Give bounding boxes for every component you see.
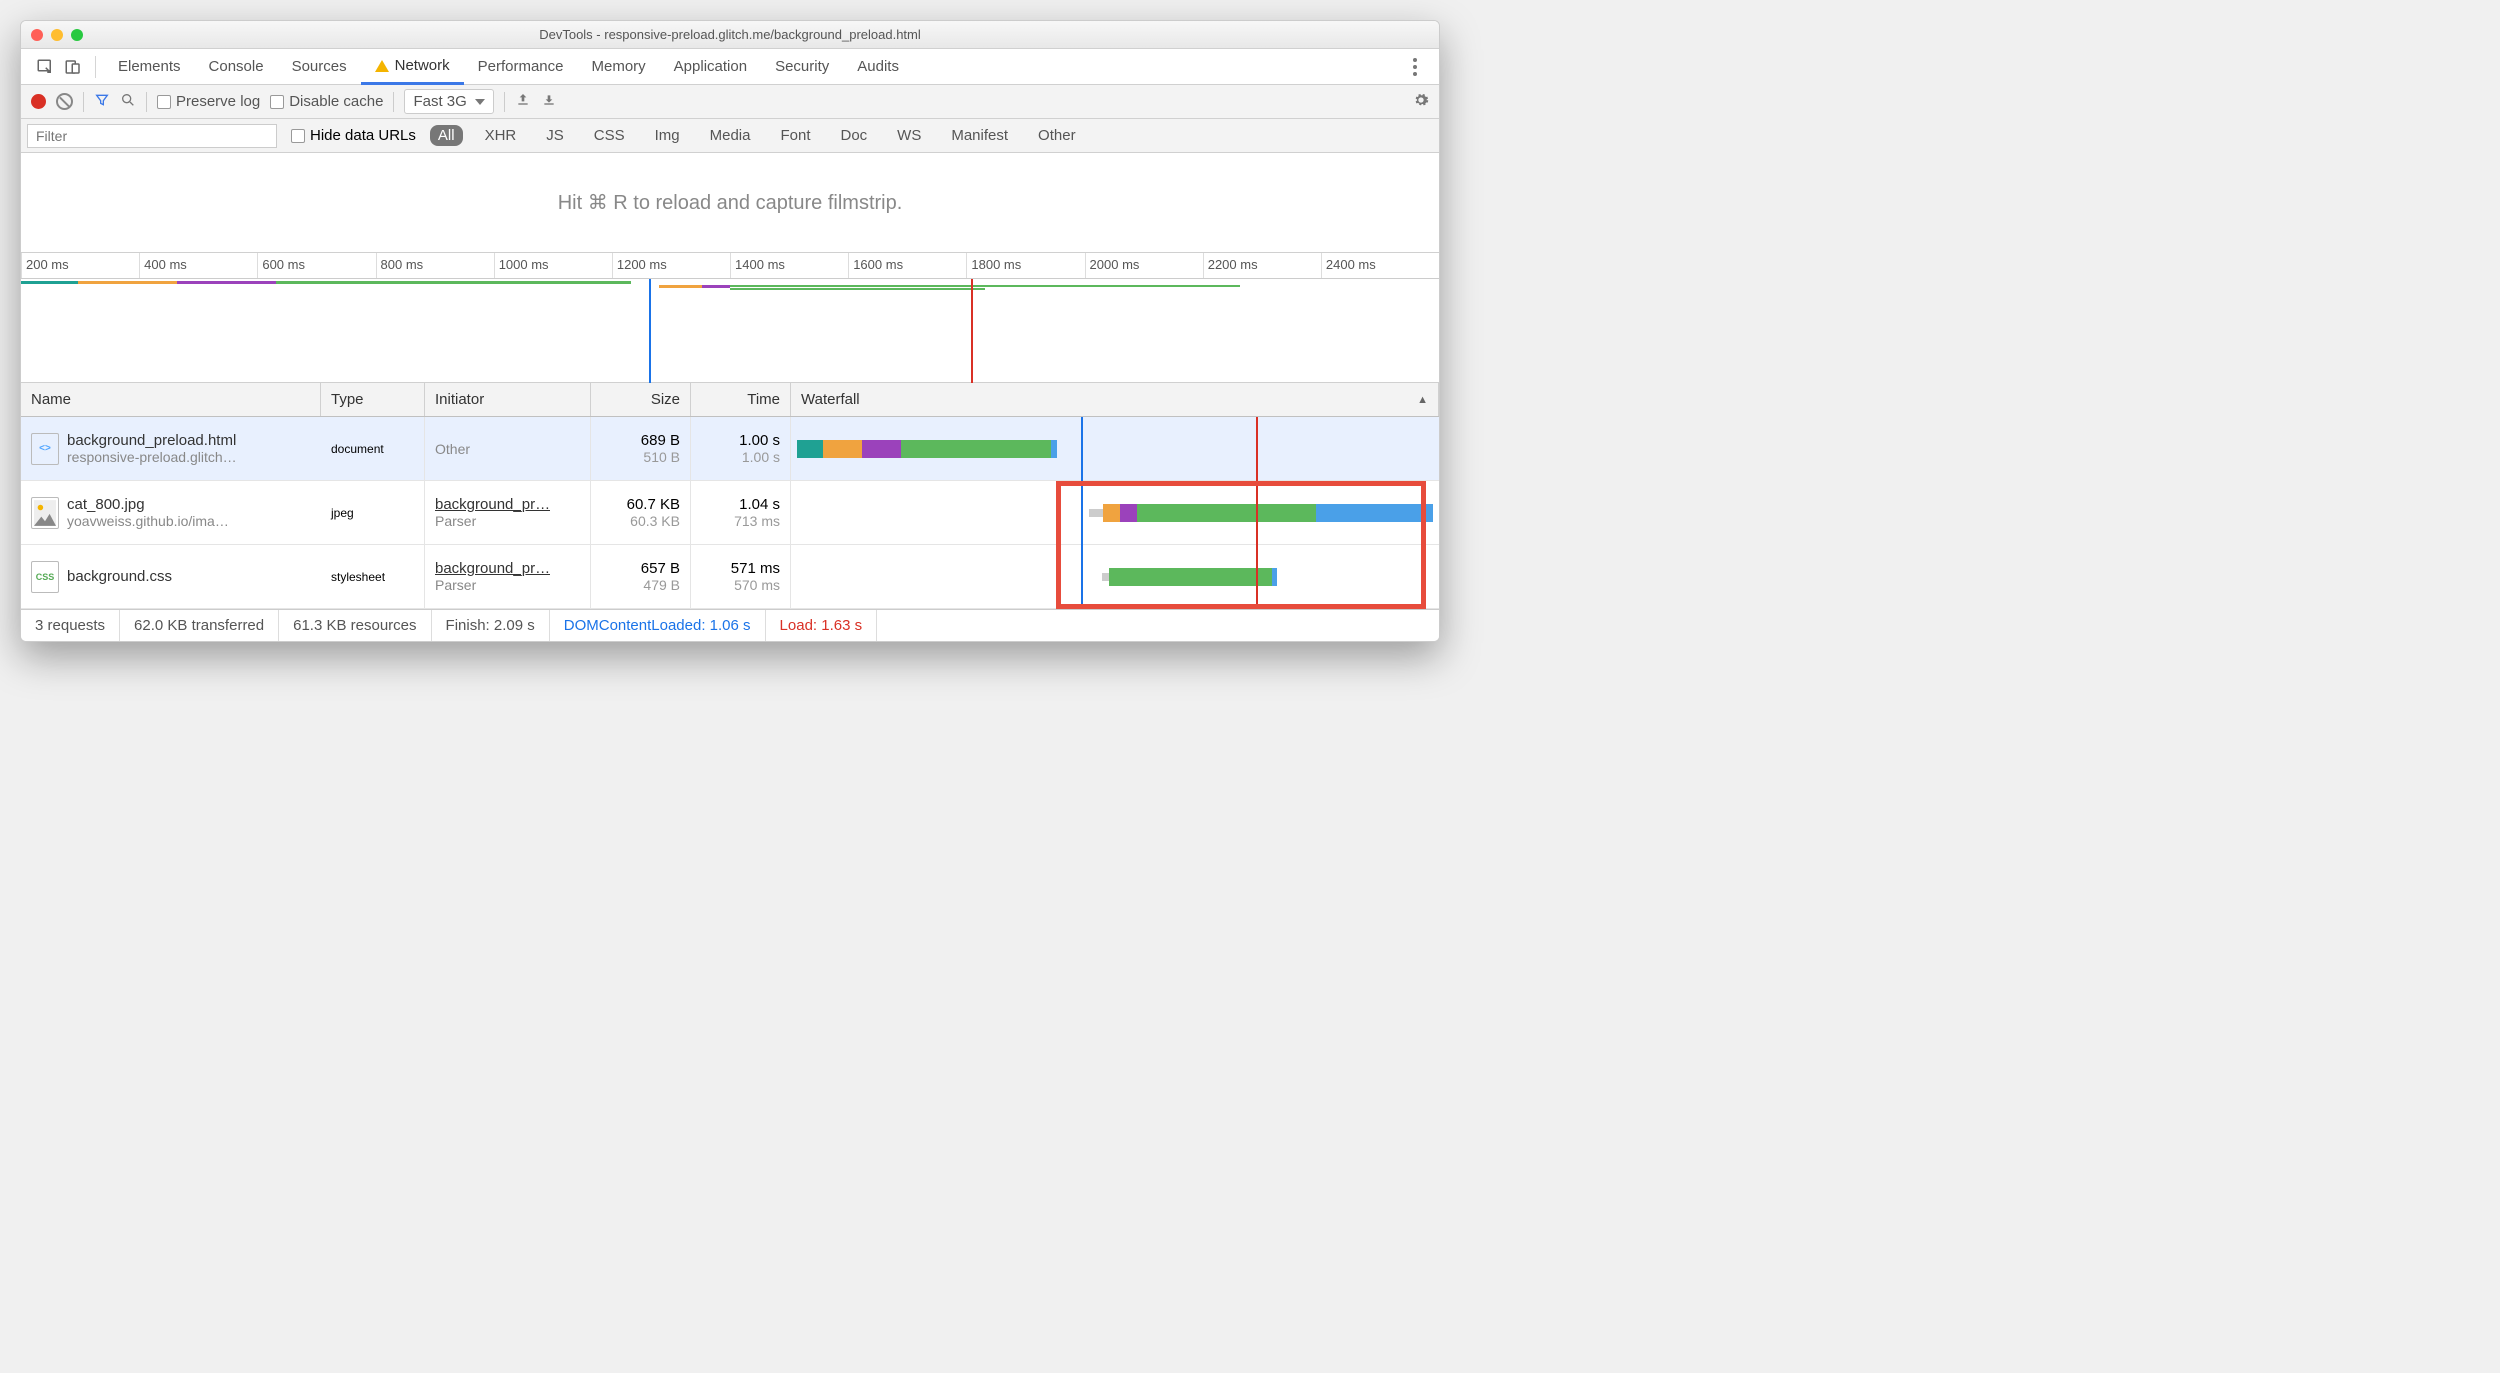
warning-icon (375, 60, 389, 72)
type-filter-ws[interactable]: WS (889, 125, 929, 146)
col-size[interactable]: Size (591, 383, 691, 416)
overview-body (21, 279, 1439, 383)
tab-performance[interactable]: Performance (464, 49, 578, 84)
type-filter-all[interactable]: All (430, 125, 463, 146)
filter-input[interactable] (27, 124, 277, 148)
filter-toggle-icon[interactable] (94, 92, 110, 112)
device-toggle-icon[interactable] (59, 53, 87, 81)
disable-cache-checkbox[interactable]: Disable cache (270, 93, 383, 110)
settings-icon[interactable] (1413, 92, 1429, 112)
tab-elements[interactable]: Elements (104, 49, 195, 84)
status-dcl: DOMContentLoaded: 1.06 s (550, 610, 766, 641)
type-filter-manifest[interactable]: Manifest (943, 125, 1016, 146)
html-file-icon: <> (31, 433, 59, 465)
panel-tabs: Elements Console Sources Network Perform… (21, 49, 1439, 85)
col-waterfall[interactable]: Waterfall▲ (791, 383, 1439, 416)
record-button[interactable] (31, 94, 46, 109)
inspect-element-icon[interactable] (31, 53, 59, 81)
throttling-select[interactable]: Fast 3G (404, 89, 493, 114)
col-type[interactable]: Type (321, 383, 425, 416)
network-toolbar: Preserve log Disable cache Fast 3G (21, 85, 1439, 119)
table-row[interactable]: CSS background.css stylesheet background… (21, 545, 1439, 609)
load-line (1256, 417, 1258, 609)
status-bar: 3 requests 62.0 KB transferred 61.3 KB r… (21, 609, 1439, 641)
tab-memory[interactable]: Memory (578, 49, 660, 84)
type-filter-font[interactable]: Font (772, 125, 818, 146)
type-filter-doc[interactable]: Doc (832, 125, 875, 146)
col-name[interactable]: Name (21, 383, 321, 416)
search-icon[interactable] (120, 92, 136, 112)
image-file-icon (31, 497, 59, 529)
filter-bar: Hide data URLs All XHR JS CSS Img Media … (21, 119, 1439, 153)
clear-button[interactable] (56, 93, 73, 110)
window-title: DevTools - responsive-preload.glitch.me/… (21, 27, 1439, 42)
status-load: Load: 1.63 s (766, 610, 878, 641)
overview-ruler: 200 ms 400 ms 600 ms 800 ms 1000 ms 1200… (21, 253, 1439, 279)
status-requests: 3 requests (21, 610, 120, 641)
sort-indicator-icon: ▲ (1417, 394, 1428, 406)
tab-sources[interactable]: Sources (278, 49, 361, 84)
hide-data-urls-checkbox[interactable]: Hide data URLs (291, 127, 416, 144)
dcl-marker (649, 279, 651, 383)
preserve-log-checkbox[interactable]: Preserve log (157, 93, 260, 110)
type-filter-other[interactable]: Other (1030, 125, 1084, 146)
titlebar: DevTools - responsive-preload.glitch.me/… (21, 21, 1439, 49)
type-filter-js[interactable]: JS (538, 125, 572, 146)
col-initiator[interactable]: Initiator (425, 383, 591, 416)
more-menu-icon[interactable] (1401, 53, 1429, 81)
dcl-line (1081, 417, 1083, 609)
type-filter-xhr[interactable]: XHR (477, 125, 525, 146)
tab-network[interactable]: Network (361, 50, 464, 85)
col-time[interactable]: Time (691, 383, 791, 416)
chevron-down-icon (475, 99, 485, 105)
type-filter-css[interactable]: CSS (586, 125, 633, 146)
table-header: Name Type Initiator Size Time Waterfall▲ (21, 383, 1439, 417)
table-row[interactable]: cat_800.jpgyoavweiss.github.io/ima… jpeg… (21, 481, 1439, 545)
type-filter-img[interactable]: Img (647, 125, 688, 146)
filmstrip-hint: Hit ⌘ R to reload and capture filmstrip. (21, 153, 1439, 253)
overview-timeline[interactable]: 200 ms 400 ms 600 ms 800 ms 1000 ms 1200… (21, 253, 1439, 383)
status-transferred: 62.0 KB transferred (120, 610, 279, 641)
css-file-icon: CSS (31, 561, 59, 593)
tab-application[interactable]: Application (660, 49, 761, 84)
load-marker (971, 279, 973, 383)
type-filter-media[interactable]: Media (702, 125, 759, 146)
download-har-icon[interactable] (541, 92, 557, 112)
devtools-window: DevTools - responsive-preload.glitch.me/… (20, 20, 1440, 642)
tab-console[interactable]: Console (195, 49, 278, 84)
status-finish: Finish: 2.09 s (432, 610, 550, 641)
status-resources: 61.3 KB resources (279, 610, 431, 641)
upload-har-icon[interactable] (515, 92, 531, 112)
table-row[interactable]: <> background_preload.htmlresponsive-pre… (21, 417, 1439, 481)
request-table: <> background_preload.htmlresponsive-pre… (21, 417, 1439, 609)
tab-audits[interactable]: Audits (843, 49, 913, 84)
tab-security[interactable]: Security (761, 49, 843, 84)
